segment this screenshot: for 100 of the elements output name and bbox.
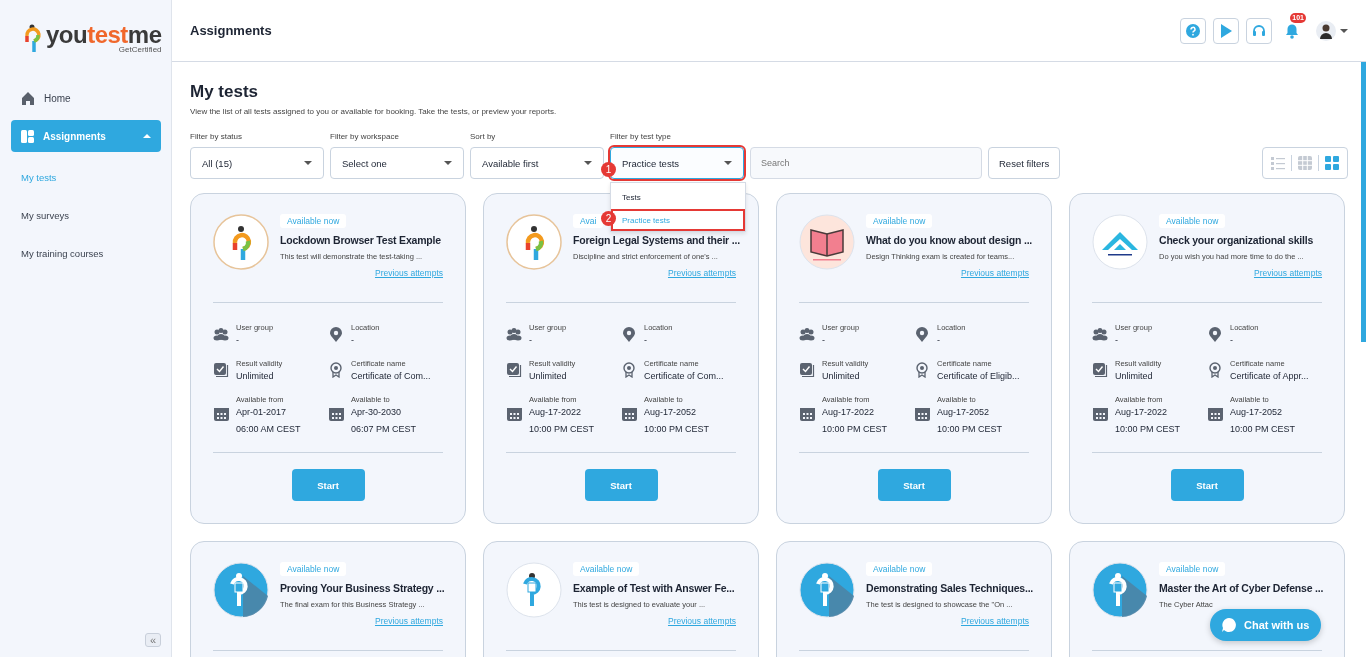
reset-filters-button[interactable]: Reset filters <box>988 147 1061 179</box>
filter-label: Filter by status <box>190 132 243 141</box>
sidebar-item[interactable]: Home <box>11 82 161 114</box>
caret-icon <box>724 161 732 165</box>
list-view-button[interactable] <box>1269 154 1287 172</box>
help-button[interactable] <box>1180 17 1206 44</box>
test-title: Master the Art of Cyber Defense ... <box>1159 582 1322 594</box>
sidebar-subitem[interactable]: My tests <box>11 158 161 196</box>
filter-dropdown[interactable]: Practice tests <box>610 147 744 179</box>
field-value: - <box>351 335 355 345</box>
sidebar-subitem[interactable]: My training courses <box>11 234 161 272</box>
checkbox-icon <box>506 362 522 378</box>
test-thumbnail <box>213 562 269 618</box>
play-button[interactable] <box>1213 17 1239 44</box>
help-icon <box>1186 23 1200 38</box>
filter-label: Filter by workspace <box>330 132 400 141</box>
previous-attempts-link[interactable]: Previous attempts <box>374 268 443 278</box>
award-icon <box>916 362 928 378</box>
dropdown-option[interactable]: Practice tests <box>611 209 745 231</box>
filter-label: Sort by <box>470 132 497 141</box>
award-icon <box>1209 362 1221 378</box>
search-field[interactable]: Search <box>750 147 982 179</box>
checkbox-icon <box>1092 362 1108 378</box>
test-thumbnail <box>1092 562 1148 618</box>
previous-attempts-link[interactable]: Previous attempts <box>1253 268 1322 278</box>
calendar-icon <box>213 407 229 422</box>
users-icon <box>1092 327 1108 341</box>
scrollbar[interactable] <box>1361 62 1366 342</box>
previous-attempts-link[interactable]: Previous attempts <box>667 268 736 278</box>
status-badge: Avai <box>573 214 604 228</box>
table-view-button[interactable] <box>1296 154 1314 172</box>
home-icon <box>21 91 35 105</box>
status-badge: Available now <box>280 562 347 576</box>
calendar-icon <box>621 407 637 422</box>
chat-button[interactable]: Chat with us <box>1210 609 1322 641</box>
grid-view-icon <box>1325 156 1339 170</box>
headset-button[interactable] <box>1246 17 1272 44</box>
field-time: 06:00 AM CEST <box>236 424 301 434</box>
sidebar-item[interactable]: Assignments <box>11 120 161 152</box>
list-view-icon <box>1271 156 1285 170</box>
location-pin-icon <box>1209 326 1221 342</box>
test-thumbnail <box>799 562 855 618</box>
dashboard-icon <box>21 129 34 143</box>
field-time: 10:00 PM CEST <box>937 424 1003 434</box>
headset-icon <box>1252 23 1266 38</box>
award-icon <box>330 362 342 378</box>
sidebar-subitem[interactable]: My surveys <box>11 196 161 234</box>
field-value: Unlimited <box>236 371 275 381</box>
field-value: - <box>236 335 240 345</box>
award-icon <box>623 362 635 378</box>
field-value: - <box>937 335 941 345</box>
status-badge: Available now <box>280 214 347 228</box>
test-thumbnail <box>506 562 562 618</box>
logo-wordmark: youtestme <box>46 24 162 46</box>
status-badge: Available now <box>1159 562 1226 576</box>
field-time: 10:00 PM CEST <box>1230 424 1296 434</box>
field-value: Unlimited <box>822 371 861 381</box>
logo-thumbnail <box>506 214 562 270</box>
logo-tagline: GetCertified <box>117 45 162 54</box>
filter-dropdown[interactable]: Available first <box>470 147 604 179</box>
calendar-icon <box>328 407 344 422</box>
bell-icon <box>1284 22 1300 39</box>
previous-attempts-link[interactable]: Previous attempts <box>374 616 443 626</box>
status-badge: Available now <box>866 562 933 576</box>
page-subtitle: View the list of all tests assigned to you or available for booking. Take the tests, or preview your reports. <box>190 107 558 116</box>
field-value: Aug-17-2052 <box>644 407 698 417</box>
start-button[interactable]: Start <box>291 469 365 501</box>
calendar-icon <box>1092 407 1108 422</box>
field-value: - <box>644 335 648 345</box>
location-pin-icon <box>330 326 342 342</box>
previous-attempts-link[interactable]: Previous attempts <box>960 616 1029 626</box>
previous-attempts-link[interactable]: Previous attempts <box>960 268 1029 278</box>
caret-icon <box>584 161 592 165</box>
page-title: My tests <box>190 82 260 102</box>
field-value: Unlimited <box>1115 371 1154 381</box>
filter-dropdown[interactable]: All (15) <box>190 147 324 179</box>
start-button[interactable]: Start <box>877 469 951 501</box>
previous-attempts-link[interactable]: Previous attempts <box>667 616 736 626</box>
start-button[interactable]: Start <box>1170 469 1244 501</box>
grid-view-button[interactable] <box>1323 154 1341 172</box>
status-badge: Available now <box>866 214 933 228</box>
test-title: Example of Test with Answer Fe... <box>573 582 736 594</box>
field-value: Unlimited <box>529 371 568 381</box>
test-title: Lockdown Browser Test Example <box>280 234 442 246</box>
dropdown-option[interactable]: Tests <box>611 187 745 209</box>
play-icon <box>1219 23 1233 38</box>
chat-bubble-icon <box>1222 618 1236 632</box>
test-thumbnail <box>799 214 855 270</box>
field-value: - <box>822 335 826 345</box>
users-icon <box>799 327 815 341</box>
start-button[interactable]: Start <box>584 469 658 501</box>
caret-icon <box>1340 28 1348 33</box>
collapse-button[interactable]: « <box>145 633 161 647</box>
checkbox-icon <box>213 362 229 378</box>
field-value: - <box>529 335 533 345</box>
logo-icon <box>24 24 42 54</box>
avatar-icon <box>1316 20 1336 41</box>
field-value: Apr-01-2017 <box>236 407 288 417</box>
users-icon <box>213 327 229 341</box>
filter-dropdown[interactable]: Select one <box>330 147 464 179</box>
